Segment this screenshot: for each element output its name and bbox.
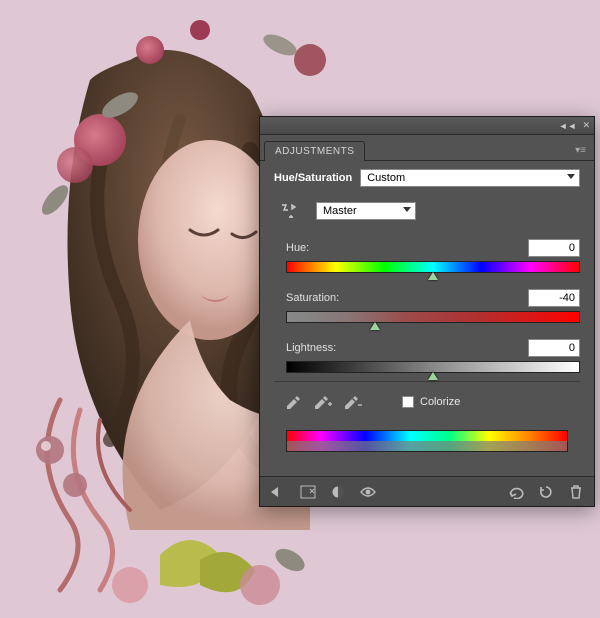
eyedropper-icon[interactable] — [286, 394, 302, 410]
lightness-slider-handle[interactable] — [428, 372, 438, 380]
channel-row: Master — [274, 201, 580, 221]
close-icon[interactable]: ✕ — [582, 120, 590, 131]
channel-dropdown[interactable]: Master — [316, 202, 416, 220]
expanded-view-icon[interactable] — [298, 482, 318, 502]
panel-tabs: ADJUSTMENTS ▾≡ — [260, 135, 594, 160]
hue-input[interactable] — [528, 239, 580, 257]
preset-value: Custom — [367, 172, 405, 184]
collapse-icon[interactable]: ◄◄ — [559, 121, 577, 131]
colorize-checkbox[interactable]: Colorize — [402, 396, 460, 408]
saturation-group: Saturation: — [274, 289, 580, 323]
saturation-slider[interactable] — [286, 311, 580, 323]
hue-label: Hue: — [286, 242, 309, 254]
adjustments-panel: ◄◄ ✕ ADJUSTMENTS ▾≡ Hue/Saturation Custo… — [259, 116, 595, 507]
eyedropper-plus-icon[interactable] — [314, 394, 332, 410]
visibility-icon[interactable] — [358, 482, 378, 502]
panel-titlebar: ◄◄ ✕ — [260, 117, 594, 135]
adjustment-type-label: Hue/Saturation — [274, 172, 352, 184]
previous-state-icon[interactable] — [506, 482, 526, 502]
tab-adjustments[interactable]: ADJUSTMENTS — [264, 141, 365, 161]
hue-slider-handle[interactable] — [428, 272, 438, 280]
divider — [274, 381, 580, 382]
targeted-adjustment-icon[interactable] — [278, 201, 298, 221]
chevron-down-icon — [403, 207, 411, 212]
panel-footer — [260, 476, 594, 506]
eyedropper-row: Colorize — [274, 394, 580, 410]
hue-slider[interactable] — [286, 261, 580, 273]
range-bar-top — [287, 431, 567, 441]
reset-icon[interactable] — [536, 482, 556, 502]
channel-value: Master — [323, 205, 357, 217]
saturation-label: Saturation: — [286, 292, 339, 304]
hue-group: Hue: — [274, 239, 580, 273]
panel-menu-icon[interactable]: ▾≡ — [567, 141, 594, 160]
saturation-slider-handle[interactable] — [370, 322, 380, 330]
lightness-input[interactable] — [528, 339, 580, 357]
back-icon[interactable] — [268, 482, 288, 502]
eyedropper-minus-icon[interactable] — [344, 394, 362, 410]
colorize-label: Colorize — [420, 396, 460, 408]
checkbox-icon — [402, 396, 414, 408]
lightness-slider[interactable] — [286, 361, 580, 373]
panel-body: Hue/Saturation Custom Master Hue: — [260, 160, 594, 476]
preset-dropdown[interactable]: Custom — [360, 169, 580, 187]
trash-icon[interactable] — [566, 482, 586, 502]
chevron-down-icon — [567, 174, 575, 179]
lightness-group: Lightness: — [274, 339, 580, 373]
preset-row: Hue/Saturation Custom — [274, 169, 580, 187]
saturation-input[interactable] — [528, 289, 580, 307]
clip-to-layer-icon[interactable] — [328, 482, 348, 502]
range-bar-bottom — [287, 441, 567, 451]
color-range-bars — [286, 430, 568, 452]
lightness-label: Lightness: — [286, 342, 336, 354]
